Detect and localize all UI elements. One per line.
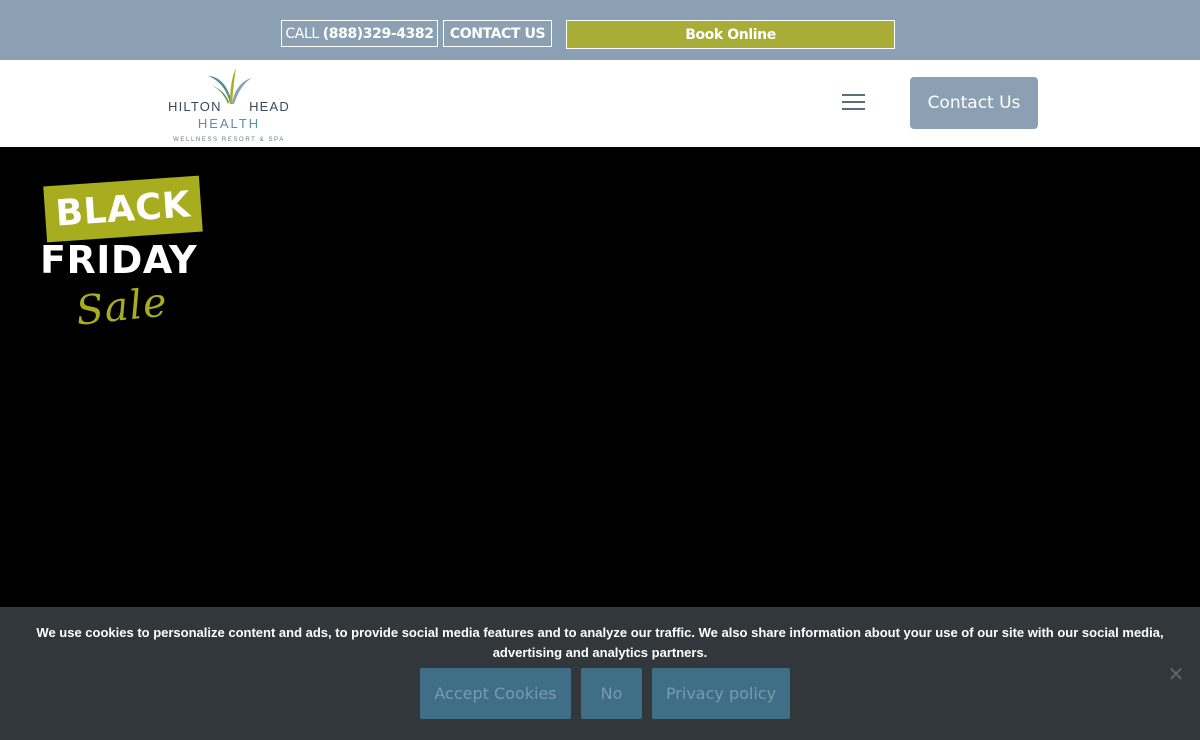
contact-us-top-button[interactable]: CONTACT US bbox=[443, 20, 552, 47]
hamburger-icon[interactable] bbox=[842, 94, 866, 111]
site-header: HILTON HEAD HEALTH WELLNESS RESORT & SPA… bbox=[0, 60, 1200, 147]
decline-cookies-button[interactable]: No bbox=[581, 668, 642, 719]
logo-word-hilton: HILTON bbox=[168, 99, 222, 114]
cookie-message: We use cookies to personalize content an… bbox=[36, 625, 1164, 660]
contact-us-button[interactable]: Contact Us bbox=[910, 77, 1038, 129]
logo-word-head: HEAD bbox=[249, 99, 290, 114]
badge-black-text: BLACK bbox=[43, 175, 203, 243]
hero-banner: BLACK FRIDAY Sale bbox=[0, 147, 1200, 607]
book-online-button[interactable]: Book Online bbox=[566, 20, 895, 49]
accept-cookies-button[interactable]: Accept Cookies bbox=[420, 668, 571, 719]
call-prefix: CALL bbox=[285, 25, 319, 42]
logo-word-health: HEALTH bbox=[197, 116, 261, 131]
phone-number: (888)329-4382 bbox=[322, 25, 434, 42]
hilton-head-health-logo[interactable]: HILTON HEAD HEALTH WELLNESS RESORT & SPA bbox=[168, 66, 290, 144]
top-utility-bar: CALL (888)329-4382 CONTACT US Book Onlin… bbox=[0, 0, 1200, 60]
close-icon[interactable]: ✕ bbox=[1166, 665, 1186, 685]
privacy-policy-button[interactable]: Privacy policy bbox=[652, 668, 790, 719]
black-friday-sale-badge[interactable]: BLACK FRIDAY Sale bbox=[38, 174, 218, 335]
call-button[interactable]: CALL (888)329-4382 bbox=[281, 20, 438, 47]
badge-sale-text: Sale bbox=[73, 279, 170, 335]
logo-tagline: WELLNESS RESORT & SPA bbox=[173, 137, 285, 143]
badge-friday-text: FRIDAY bbox=[40, 238, 198, 282]
cookie-consent-banner: We use cookies to personalize content an… bbox=[0, 607, 1200, 740]
